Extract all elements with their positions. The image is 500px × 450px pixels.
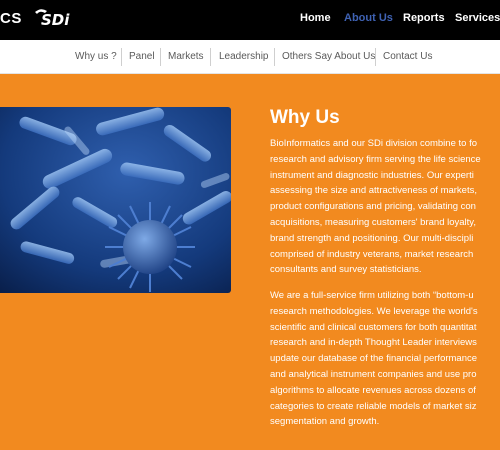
bacteria-image	[0, 107, 231, 293]
subnav-why-us[interactable]: Why us ?	[75, 51, 117, 62]
paragraph-line: comprised of industry veterans, market r…	[270, 248, 474, 260]
paragraph-line: acquisitions, measuring customers' brand…	[270, 216, 476, 228]
paragraph-line: consultants and survey statisticians.	[270, 264, 422, 276]
paragraph-line: instrument and diagnostic industries. Ou…	[270, 169, 474, 181]
brand-fragment[interactable]: CS	[0, 10, 22, 27]
subnav-panel[interactable]: Panel	[129, 51, 155, 62]
paragraph-line: assessing the size and attractiveness of…	[270, 185, 477, 197]
subnav-divider	[375, 48, 376, 66]
intro-paragraph: BioInformatics and our SDi division comb…	[270, 136, 500, 278]
paragraph-line: and analytical instrument companies and …	[270, 368, 477, 380]
subnav-markets[interactable]: Markets	[168, 51, 204, 62]
paragraph-line: research methodologies. We leverage the …	[270, 305, 478, 317]
methodology-paragraph: We are a full-service firm utilizing bot…	[270, 288, 500, 430]
nav-home[interactable]: Home	[300, 12, 331, 24]
paragraph-line: research and advisory firm serving the l…	[270, 153, 481, 165]
subnav-contact-us[interactable]: Contact Us	[383, 51, 432, 62]
paragraph-line: algorithms to allocate revenues across d…	[270, 384, 476, 396]
paragraph-line: update our database of the financial per…	[270, 353, 478, 365]
paragraph-line: scientific and clinical customers for bo…	[270, 321, 477, 333]
nav-services[interactable]: Services	[455, 12, 500, 24]
paragraph-line: segmentation and growth.	[270, 416, 380, 428]
hero-section: Why Us BioInformatics and our SDi divisi…	[0, 74, 500, 450]
paragraph-line: product configurations and pricing, vali…	[270, 201, 476, 213]
nav-reports[interactable]: Reports	[403, 12, 445, 24]
subnav-divider	[210, 48, 211, 66]
subnav-leadership[interactable]: Leadership	[219, 51, 268, 62]
paragraph-line: BioInformatics and our SDi division comb…	[270, 138, 477, 149]
page-title: Why Us	[270, 107, 340, 128]
logo-text: SDi	[41, 11, 70, 28]
paragraph-line: We are a full-service firm utilizing bot…	[270, 290, 474, 301]
nav-about-us[interactable]: About Us	[344, 12, 393, 24]
top-bar: CS SDi Home About Us Reports Services	[0, 0, 500, 40]
sdi-logo[interactable]: SDi	[33, 8, 75, 28]
subnav-divider	[160, 48, 161, 66]
paragraph-line: brand strength and positioning. Our mult…	[270, 232, 474, 244]
paragraph-line: categories to create reliable models of …	[270, 400, 477, 412]
subnav-divider	[274, 48, 275, 66]
paragraph-line: research and in-depth Thought Leader int…	[270, 337, 477, 349]
subnav-divider	[121, 48, 122, 66]
sub-nav: Why us ? Panel Markets Leadership Others…	[0, 40, 500, 74]
subnav-others-say[interactable]: Others Say About Us	[282, 51, 375, 62]
